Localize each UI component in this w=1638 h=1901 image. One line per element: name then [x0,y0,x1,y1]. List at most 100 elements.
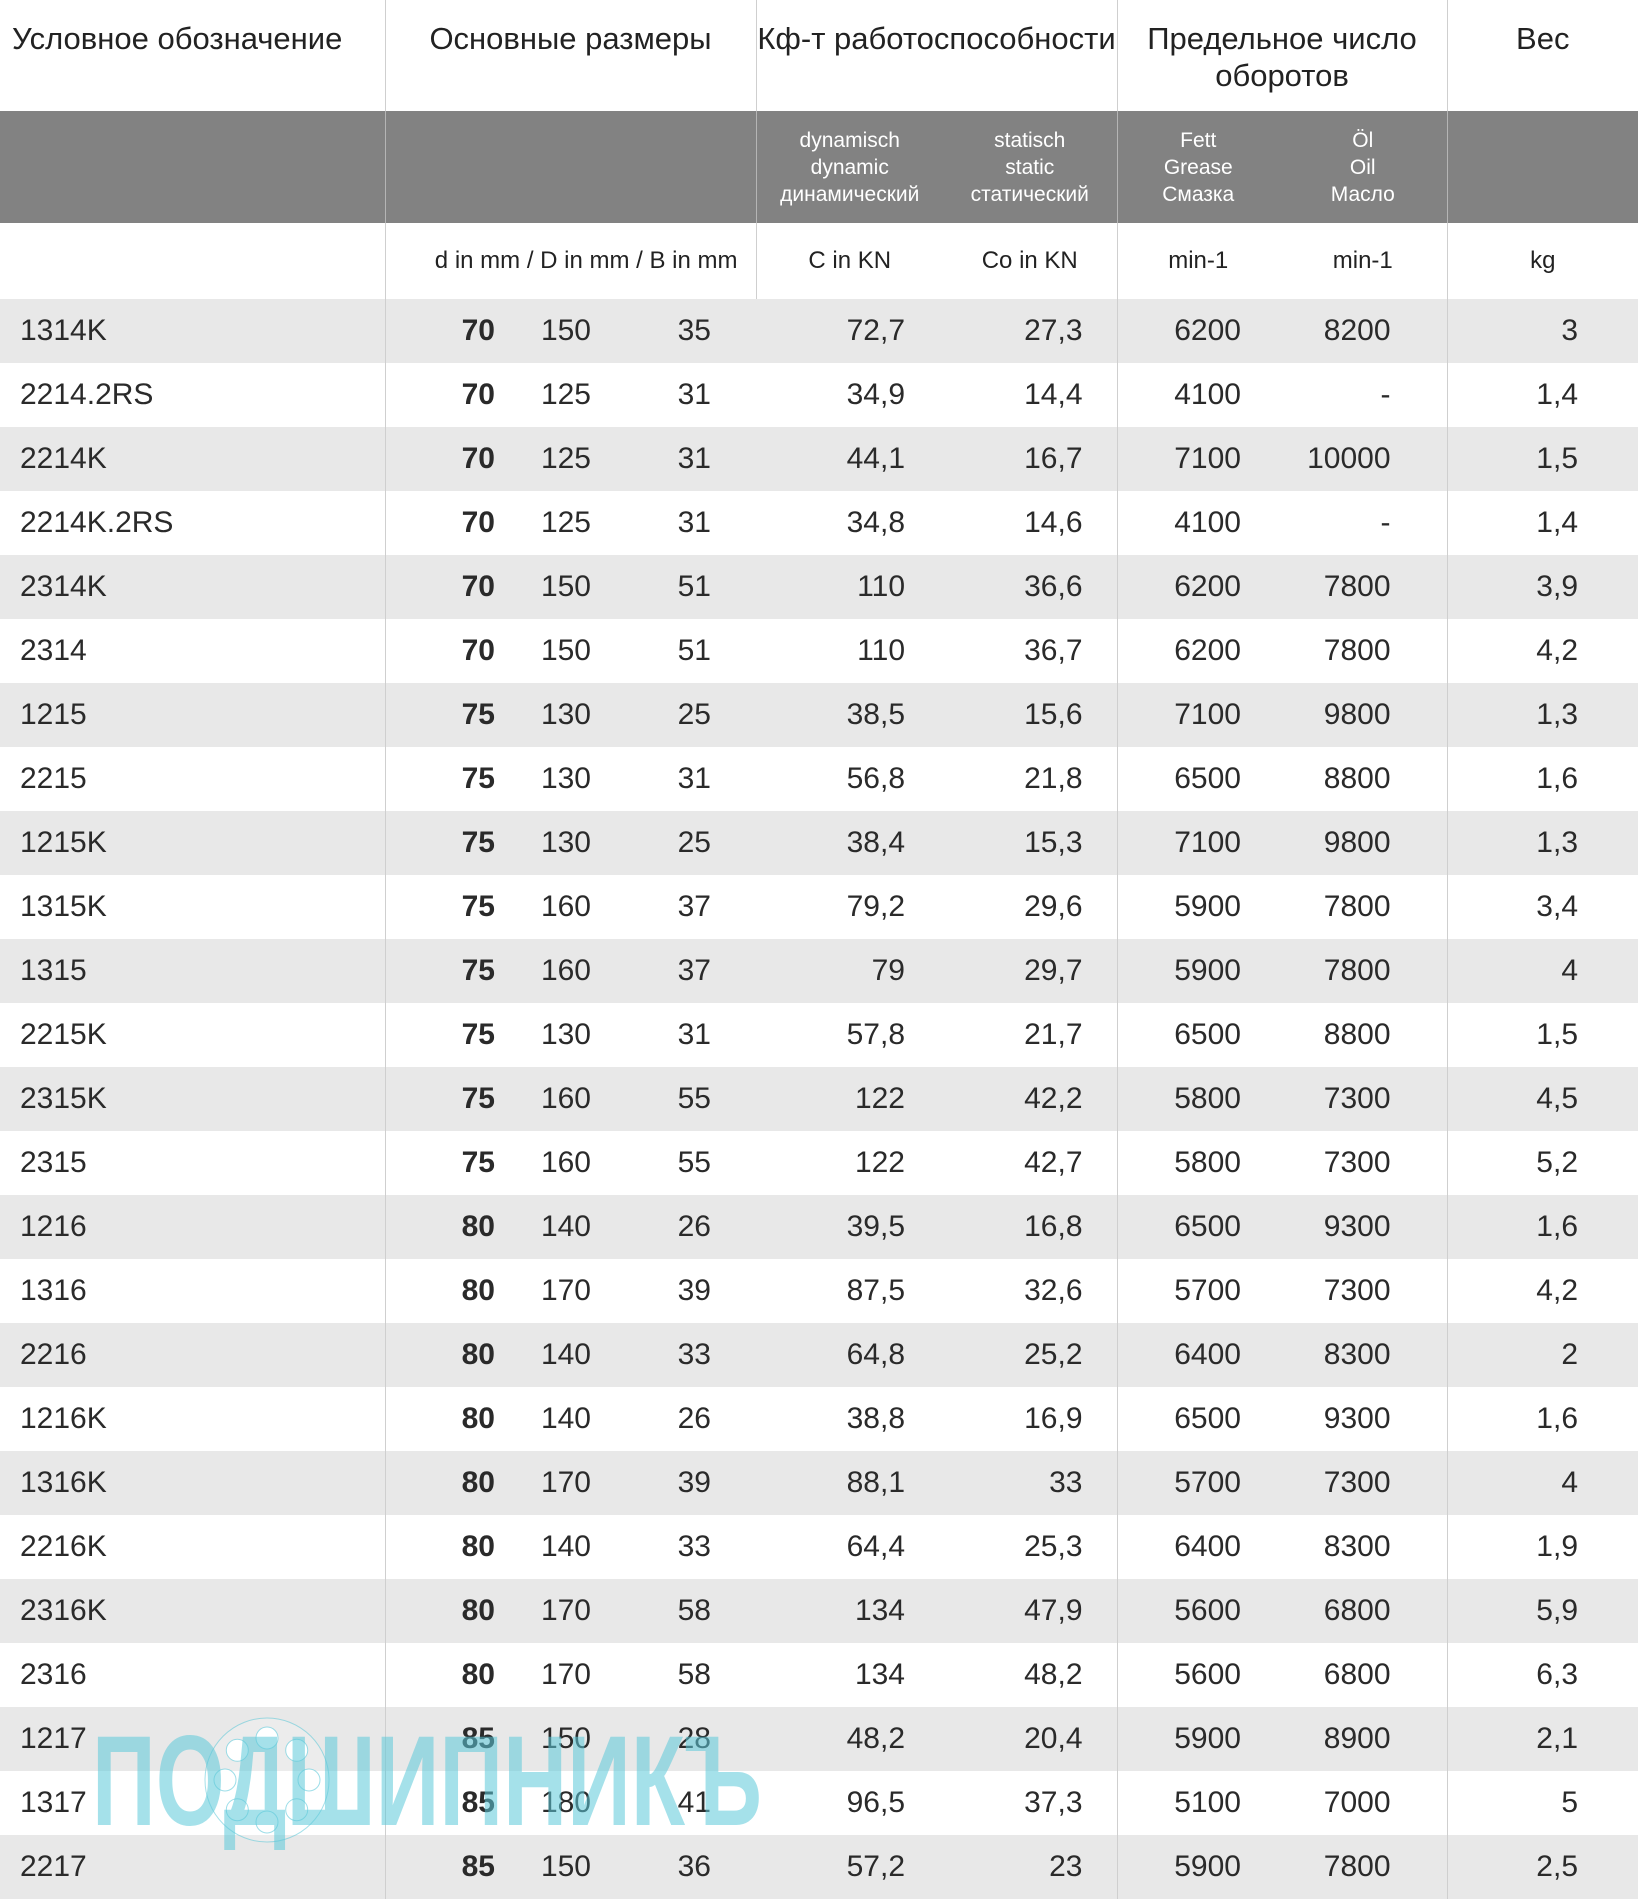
cell-speed-grease: 7100 [1117,427,1279,491]
table-row: 1215 75 130 25 38,5 15,6 7100 9800 1,3 [0,683,1638,747]
cell-d-value: 75 [461,762,495,795]
cell-speed-oil: 7300 [1279,1067,1448,1131]
cell-B-value: 25 [623,683,756,747]
subheader-static-en: static [1005,156,1055,179]
cell-co-static: 16,8 [943,1195,1118,1259]
table-row: 2316K 80 170 58 134 47,9 5600 6800 5,9 [0,1579,1638,1643]
cell-c-dynamic: 44,1 [756,427,943,491]
col-speed-limit-header: Предельное число оборотов [1117,0,1448,111]
cell-designation: 2315K [0,1067,386,1131]
cell-speed-grease: 7100 [1117,683,1279,747]
cell-speed-grease: 5900 [1117,939,1279,1003]
cell-designation: 2214K [0,427,386,491]
cell-d-value: 85 [385,1835,523,1899]
table-row: 2315K 75 160 55 122 42,2 5800 7300 4,5 [0,1067,1638,1131]
cell-designation: 2216K [0,1515,386,1579]
cell-speed-grease: 7100 [1117,811,1279,875]
cell-c-dynamic: 134 [854,1658,905,1691]
cell-weight: 1,6 [1536,1402,1579,1435]
cell-c-dynamic: 122 [854,1146,905,1179]
cell-weight: 4,2 [1536,1274,1579,1307]
cell-speed-oil: 8300 [1279,1323,1448,1387]
subheader-grease-ru: Смазка [1162,183,1235,206]
table-row: 2214K 70 125 31 44,1 16,7 7100 10000 1,5 [0,427,1638,491]
cell-d-value: 75 [461,1018,495,1051]
cell-designation: 1314K [0,299,386,363]
cell-speed-oil: 7300 [1279,1131,1448,1195]
cell-B-value: 58 [623,1579,756,1643]
cell-designation: 1215 [0,683,386,747]
cell-designation: 2316K [0,1579,386,1643]
cell-speed-grease: 4100 [1174,506,1241,539]
cell-c-dynamic: 72,7 [756,299,943,363]
cell-B-value: 33 [677,1530,711,1563]
cell-designation: 2214K.2RS [0,491,386,555]
cell-D-value: 170 [540,1658,591,1691]
cell-d-value: 80 [385,1195,523,1259]
cell-D-value: 140 [540,1530,591,1563]
cell-speed-oil: 7800 [1279,619,1448,683]
cell-speed-grease: 5700 [1117,1451,1279,1515]
unit-co: Co in KN [943,223,1118,299]
cell-D-value: 130 [523,683,623,747]
cell-weight: 3,4 [1536,890,1579,923]
cell-co-static: 14,6 [943,491,1118,555]
cell-c-dynamic: 56,8 [846,762,905,795]
cell-speed-grease: 5700 [1174,1274,1241,1307]
cell-weight: 1,6 [1447,1195,1638,1259]
cell-designation: 2315 [0,1131,386,1195]
cell-weight: 1,4 [1536,378,1579,411]
cell-d-value: 70 [461,378,495,411]
cell-speed-grease: 5900 [1117,1707,1279,1771]
cell-d-value: 70 [385,299,523,363]
subheader-dynamic-ru: динамический [780,183,920,206]
cell-B-value: 37 [677,890,711,923]
cell-designation: 1315K [0,875,386,939]
cell-c-dynamic: 64,4 [846,1530,905,1563]
cell-designation: 1216 [0,1195,386,1259]
cell-B-value: 36 [623,1835,756,1899]
cell-d-value: 75 [385,683,523,747]
cell-D-value: 130 [523,811,623,875]
units-row: d in mm / D in mm / B in mm C in KN Co i… [0,223,1638,299]
cell-speed-oil: - [1279,363,1448,427]
cell-D-value: 160 [540,1146,591,1179]
cell-B-value: 31 [677,378,711,411]
cell-weight: 4,5 [1447,1067,1638,1131]
cell-c-dynamic: 38,8 [846,1402,905,1435]
cell-weight: 1,5 [1536,1018,1579,1051]
table-row: 2217 85 150 36 57,2 23 5900 7800 2,5 [0,1835,1638,1899]
cell-speed-grease: 5900 [1174,890,1241,923]
cell-weight: 4,2 [1536,634,1579,667]
col-designation-header: Условное обозначение [0,0,386,111]
subheader-static-ru: статический [970,183,1089,206]
cell-co-static: 25,2 [943,1323,1118,1387]
cell-d-value: 80 [385,1451,523,1515]
cell-co-static: 36,6 [943,555,1118,619]
table-row: 2216K 80 140 33 64,4 25,3 6400 8300 1,9 [0,1515,1638,1579]
cell-designation: 1316K [0,1451,386,1515]
cell-B-value: 37 [623,939,756,1003]
table-row: 1217 85 150 28 48,2 20,4 5900 8900 2,1 [0,1707,1638,1771]
subheader-static: statisch static статический [943,111,1118,223]
cell-D-value: 140 [523,1195,623,1259]
table-row: 2215 75 130 31 56,8 21,8 6500 8800 1,6 [0,747,1638,811]
cell-speed-oil: 7300 [1279,1451,1448,1515]
cell-co-static: 21,7 [943,1003,1118,1067]
cell-d-value: 75 [461,1146,495,1179]
cell-speed-grease: 5600 [1174,1658,1241,1691]
cell-c-dynamic: 79 [756,939,943,1003]
cell-B-value: 58 [677,1658,711,1691]
table-row: 1315 75 160 37 79 29,7 5900 7800 4 [0,939,1638,1003]
cell-speed-grease: 5600 [1117,1579,1279,1643]
cell-d-value: 80 [385,1579,523,1643]
cell-co-static: 25,3 [943,1515,1118,1579]
unit-oil: min-1 [1279,223,1448,299]
cell-c-dynamic: 39,5 [756,1195,943,1259]
cell-designation: 2214.2RS [0,363,386,427]
cell-B-value: 28 [623,1707,756,1771]
cell-D-value: 150 [523,555,623,619]
cell-D-value: 130 [540,1018,591,1051]
cell-designation: 1315 [0,939,386,1003]
cell-co-static: 20,4 [943,1707,1118,1771]
